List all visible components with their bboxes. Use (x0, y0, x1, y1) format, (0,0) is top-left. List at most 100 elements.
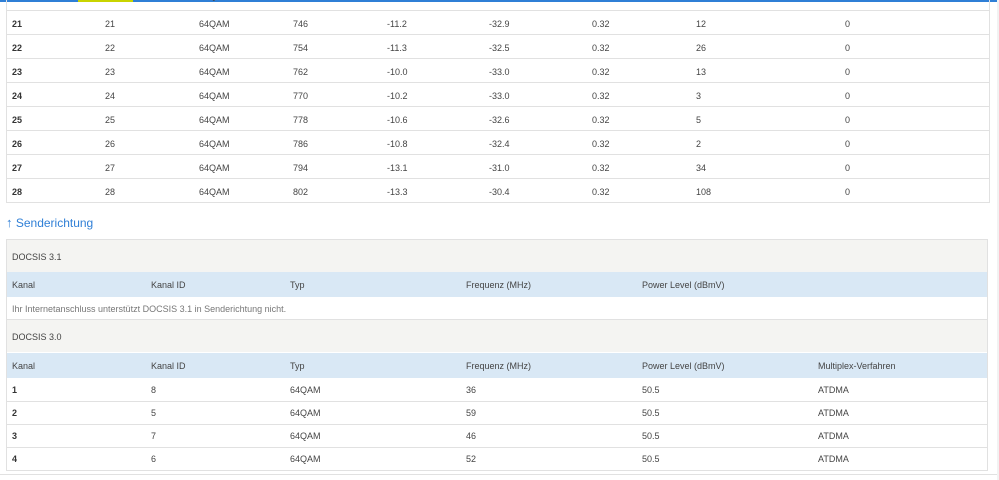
docsis31-note: Ihr Internetanschluss unterstützt DOCSIS… (12, 304, 287, 314)
column-header: Typ (290, 280, 305, 290)
table-cell: 25 (12, 115, 23, 125)
table-cell: -31.0 (489, 163, 510, 173)
table-cell: 28 (105, 187, 116, 197)
table-cell: 0 (845, 0, 850, 1)
table-cell: -13.1 (387, 163, 408, 173)
table-cell: 26 (696, 43, 707, 53)
senderichtung-link[interactable]: ↑ Senderichtung (6, 215, 93, 230)
table-cell: 7 (151, 431, 157, 441)
table-row: 4 6 64QAM 52 50.5 ATDMA (7, 447, 987, 471)
table-cell: 0.32 (592, 91, 610, 101)
table-cell: 23 (105, 67, 116, 77)
table-row: 28 28 64QAM 802 -13.3 -30.4 0.32 108 0 (7, 179, 989, 203)
upstream-panel: DOCSIS 3.1 Kanal Kanal ID Typ Frequenz (MHz… (6, 239, 988, 471)
table-cell: 24 (12, 91, 23, 101)
table-cell: -11.2 (387, 19, 407, 29)
table-cell: 64QAM (199, 115, 230, 125)
table-cell: 802 (293, 187, 309, 197)
table-cell: 36 (466, 385, 477, 395)
table-cell: 0 (845, 91, 851, 101)
table-cell: 0 (845, 139, 851, 149)
docsis30-table-header: Kanal Kanal ID Typ Frequenz (MHz) Power Leve… (7, 353, 987, 378)
table-cell: 0 (845, 67, 851, 77)
table-cell: 64QAM (290, 408, 321, 418)
table-cell: 754 (293, 43, 309, 53)
table-cell: 28 (12, 187, 23, 197)
table-cell: 0.32 (592, 0, 610, 1)
table-cell: -32.9 (489, 19, 510, 29)
table-cell: 21 (12, 19, 23, 29)
table-cell: 24 (105, 91, 116, 101)
column-header: Frequenz (MHz) (466, 280, 532, 290)
column-header: Power Level (dBmV) (642, 280, 725, 290)
column-header: Kanal (12, 361, 36, 371)
page-divider (0, 474, 999, 475)
table-cell: 25 (105, 115, 116, 125)
column-header: Typ (290, 361, 305, 371)
arrow-up-icon: ↑ (6, 215, 13, 230)
table-cell: -32.6 (489, 115, 510, 125)
table-cell: 2 (696, 139, 702, 149)
table-cell: 26 (105, 139, 116, 149)
table-cell: 20 (105, 0, 115, 1)
table-cell: -32.5 (489, 43, 510, 53)
table-cell: 59 (466, 408, 477, 418)
table-cell: 0 (845, 19, 851, 29)
table-cell: -10.2 (387, 91, 408, 101)
table-cell: 6 (151, 454, 157, 464)
table-cell: -13.3 (387, 187, 408, 197)
column-header: Kanal ID (151, 280, 186, 290)
table-cell: 23 (12, 67, 23, 77)
table-cell: 108 (696, 187, 712, 197)
column-header: Multiplex-Verfahren (818, 361, 896, 371)
senderichtung-label: Senderichtung (15, 216, 94, 230)
table-cell: -11.3 (387, 43, 407, 53)
table-row: 20 20 64QAM 738 -9.2 -33.0 0.32 37 0 (7, 0, 989, 11)
table-cell: 746 (293, 19, 309, 29)
table-row: 3 7 64QAM 46 50.5 ATDMA (7, 424, 987, 448)
table-cell: -9.2 (387, 0, 403, 1)
table-cell: -10.6 (387, 115, 408, 125)
table-cell: 50.5 (642, 454, 660, 464)
table-cell: -10.8 (387, 139, 408, 149)
table-cell: 0.32 (592, 187, 610, 197)
docsis30-title: DOCSIS 3.0 (12, 332, 62, 342)
table-row: 24 24 64QAM 770 -10.2 -33.0 0.32 3 0 (7, 83, 989, 107)
table-cell: 0 (845, 43, 851, 53)
table-cell: 0 (845, 115, 851, 125)
table-cell: 50.5 (642, 385, 660, 395)
table-cell: 1 (12, 385, 18, 395)
table-cell: 34 (696, 163, 707, 173)
column-header: Power Level (dBmV) (642, 361, 725, 371)
table-row: 1 8 64QAM 36 50.5 ATDMA (7, 378, 987, 402)
table-cell: 738 (293, 0, 308, 1)
table-cell: 2 (12, 408, 18, 418)
table-cell: -32.4 (489, 139, 510, 149)
table-cell: -10.0 (387, 67, 408, 77)
docsis31-note-row: Ihr Internetanschluss unterstützt DOCSIS… (7, 297, 987, 320)
table-cell: 64QAM (290, 431, 321, 441)
table-cell: 50.5 (642, 431, 660, 441)
table-cell: ATDMA (818, 431, 849, 441)
table-cell: -30.4 (489, 187, 510, 197)
table-cell: 64QAM (199, 139, 230, 149)
table-cell: 37 (696, 0, 706, 1)
table-cell: 13 (696, 67, 707, 77)
table-cell: 64QAM (290, 385, 321, 395)
docsis30-section-title: DOCSIS 3.0 (7, 320, 987, 352)
table-cell: 5 (151, 408, 157, 418)
table-cell: 5 (696, 115, 702, 125)
table-cell: 0 (845, 187, 851, 197)
table-row: 25 25 64QAM 778 -10.6 -32.6 0.32 5 0 (7, 107, 989, 131)
column-header: Frequenz (MHz) (466, 361, 532, 371)
table-cell: 0.32 (592, 43, 610, 53)
table-cell: 26 (12, 139, 23, 149)
table-row: 21 21 64QAM 746 -11.2 -32.9 0.32 12 0 (7, 11, 989, 35)
table-cell: -33.0 (489, 91, 510, 101)
table-cell: 3 (12, 431, 18, 441)
table-cell: 794 (293, 163, 309, 173)
table-cell: 27 (105, 163, 116, 173)
table-cell: 64QAM (199, 0, 230, 1)
table-cell: 52 (466, 454, 477, 464)
docsis31-table-header: Kanal Kanal ID Typ Frequenz (MHz) Power Leve… (7, 272, 987, 297)
